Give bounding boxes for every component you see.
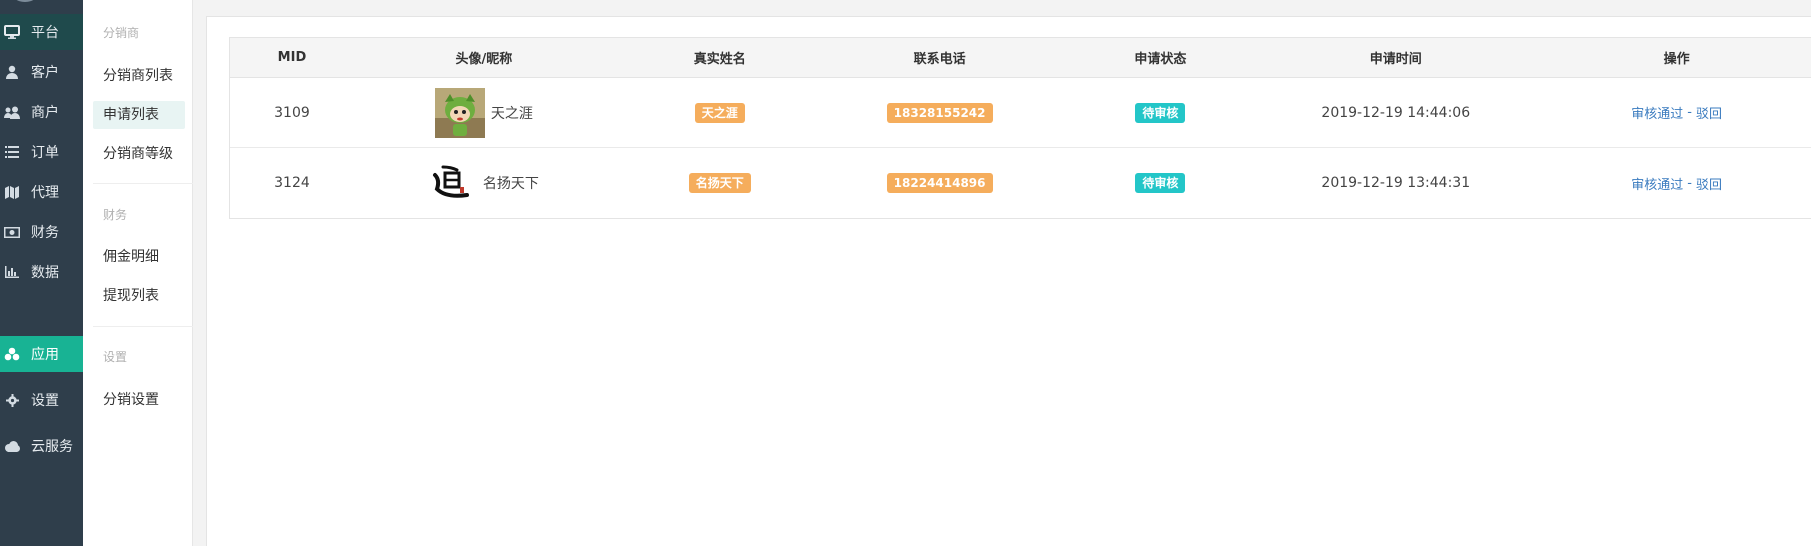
divider [93,183,193,184]
nav-item-label: 设置 [31,393,59,409]
cell-avatar-nickname: 天之涯 [354,87,614,138]
column-header-phone: 联系电话 [913,52,966,67]
realname-badge: 名扬天下 [688,173,751,193]
nav-item-app[interactable]: 应用 [0,336,83,372]
column-header-action: 操作 [1663,52,1690,67]
column-header-status: 申请状态 [1134,52,1187,67]
cell-realname: 名扬天下 [614,173,826,193]
submenu: 分销商 分销商列表 申请列表 分销商等级 财务 佣金明细 提现列表 设置 分销设… [83,0,193,546]
nickname: 天之涯 [490,105,533,122]
reject-link[interactable]: 驳回 [1696,174,1722,193]
cloud-icon [1,440,23,452]
cell-mid: 3109 [274,104,310,121]
nav-item-label: 财务 [31,225,59,241]
nav-item-label: 平台 [31,25,59,41]
nav-item-label: 代理 [31,185,59,201]
nav-item-customer[interactable]: 客户 [0,54,83,90]
money-icon [1,226,23,238]
action-separator: - [1687,175,1692,191]
nav-item-settings[interactable]: 设置 [0,382,83,418]
nav-item-finance[interactable]: 财务 [0,214,83,250]
gear-icon [1,393,23,407]
monitor-icon [1,25,23,39]
submenu-group-title: 财务 [103,208,128,222]
list-icon [1,146,23,158]
approve-link[interactable]: 审核通过 [1631,174,1683,193]
nav-item-label: 云服务 [31,439,73,455]
submenu-item-distributor-list[interactable]: 分销商列表 [93,62,185,90]
nav-item-data[interactable]: 数据 [0,254,83,290]
cell-phone: 18224414896 [826,173,1054,193]
column-header-avatar: 头像/昵称 [455,52,513,67]
status-badge: 待审核 [1135,173,1186,193]
submenu-group-title: 分销商 [103,26,140,40]
action-separator: - [1687,105,1692,120]
divider [93,326,193,327]
user-icon [1,65,23,79]
submenu-item-apply-list[interactable]: 申请列表 [93,101,185,129]
nickname: 名扬天下 [482,176,539,192]
nav-item-label: 数据 [31,265,59,281]
cell-actions: 审核通过 - 驳回 [1524,103,1811,122]
table-header: MID 头像/昵称 真实姓名 联系电话 申请状态 申请时间 操作 [230,38,1811,78]
phone-badge: 18328155242 [886,102,993,123]
reject-link[interactable]: 驳回 [1696,103,1722,122]
bar-chart-icon [1,266,23,278]
map-icon [1,185,23,199]
realname-badge: 天之涯 [694,102,745,123]
cell-actions: 审核通过 - 驳回 [1524,174,1811,193]
content-panel: MID 头像/昵称 真实姓名 联系电话 申请状态 申请时间 操作 3109 天之… [206,16,1811,546]
submenu-item-withdraw[interactable]: 提现列表 [93,282,185,310]
nav-item-label: 订单 [31,145,59,161]
column-header-time: 申请时间 [1369,52,1422,67]
cell-time: 2019-12-19 14:44:06 [1321,104,1471,121]
users-icon [1,106,23,119]
nav-item-merchant[interactable]: 商户 [0,94,83,130]
table-row: 3124 名扬天下 名扬天下 18224414896 待审核 2019-12-1… [230,148,1811,218]
submenu-item-commission[interactable]: 佣金明细 [93,243,185,271]
cubes-icon [1,347,23,361]
nav-item-agent[interactable]: 代理 [0,174,83,210]
nav-item-label: 应用 [31,347,59,363]
column-header-realname: 真实姓名 [693,52,746,67]
cell-avatar-nickname: 名扬天下 [354,161,614,205]
nav-item-cloud[interactable]: 云服务 [0,428,83,464]
submenu-group-title: 设置 [103,350,128,364]
submenu-item-settings[interactable]: 分销设置 [93,386,185,414]
nav-item-platform[interactable]: 平台 [0,14,83,50]
phone-badge: 18224414896 [886,173,993,193]
submenu-item-distributor-level[interactable]: 分销商等级 [93,140,185,168]
cell-status: 待审核 [1054,173,1268,193]
approve-link[interactable]: 审核通过 [1631,103,1683,122]
cell-time: 2019-12-19 13:44:31 [1321,175,1471,191]
user-avatar-image [428,161,473,205]
nav-item-order[interactable]: 订单 [0,134,83,170]
cell-status: 待审核 [1054,102,1268,123]
status-badge: 待审核 [1135,102,1186,123]
nav-item-label: 商户 [31,105,59,121]
avatar[interactable] [10,0,40,2]
table-row: 3109 天之涯 天之涯 18328155242 待审核 2019-12-19 … [230,78,1811,148]
cell-mid: 3124 [274,175,310,191]
apply-table: MID 头像/昵称 真实姓名 联系电话 申请状态 申请时间 操作 3109 天之… [229,37,1811,219]
nav-item-label: 客户 [31,65,59,81]
cell-phone: 18328155242 [826,102,1054,123]
main-nav: 平台 客户 商户 订单 代理 财务 数据 应用 设置 云服务 [0,0,83,546]
cell-realname: 天之涯 [614,102,826,123]
column-header-mid: MID [277,50,307,65]
user-avatar-image [434,87,485,138]
